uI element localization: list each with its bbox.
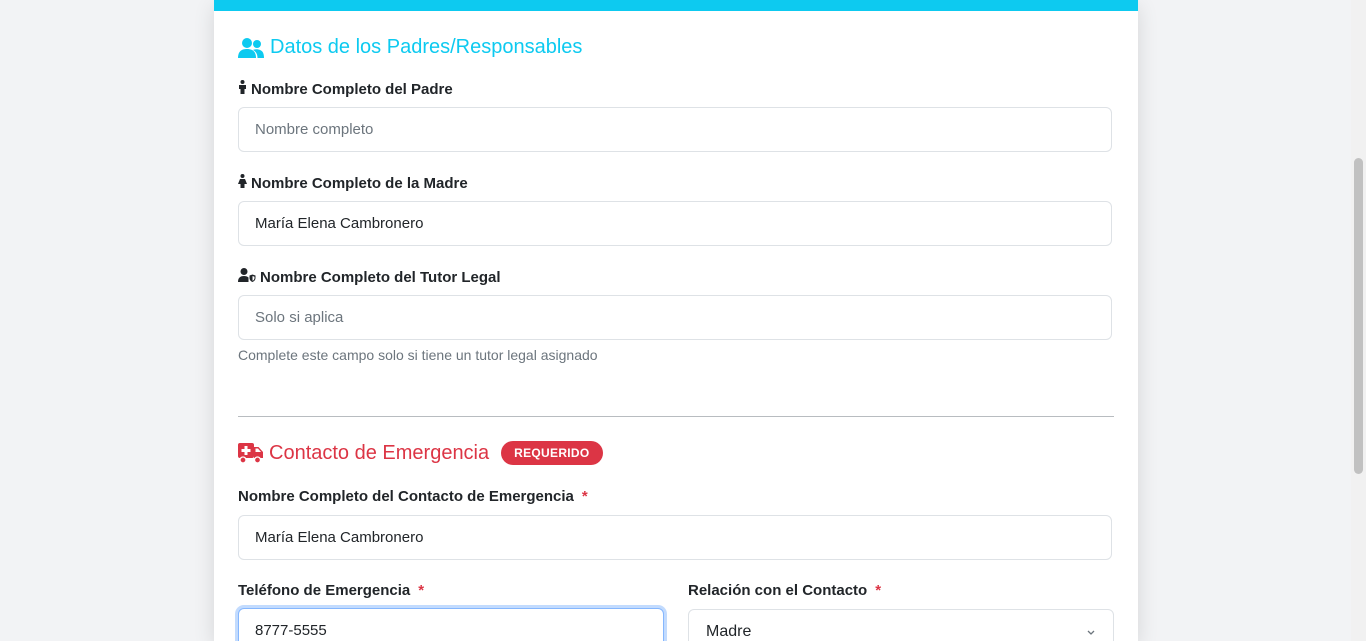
- emergency-section-title-text: Contacto de Emergencia: [269, 441, 490, 464]
- father-name-label: Nombre Completo del Padre: [238, 80, 453, 98]
- emergency-contact-label: Nombre Completo del Contacto de Emergenc…: [238, 488, 588, 505]
- emergency-phone-input[interactable]: [238, 608, 664, 641]
- emergency-phone-label: Teléfono de Emergencia *: [238, 582, 424, 599]
- parents-section-title-text: Datos de los Padres/Responsables: [270, 36, 583, 58]
- scrollbar-thumb[interactable]: [1354, 158, 1363, 474]
- user-shield-icon: [238, 268, 256, 286]
- relation-label: Relación con el Contacto *: [688, 582, 881, 599]
- mother-name-input[interactable]: [238, 201, 1112, 246]
- tutor-hint-text: Complete este campo solo si tiene un tut…: [238, 347, 598, 363]
- registration-form-card: Datos de los Padres/Responsables Nombre …: [214, 0, 1138, 641]
- relation-label-text: Relación con el Contacto: [688, 582, 868, 599]
- father-name-input[interactable]: [238, 107, 1112, 152]
- relation-select[interactable]: Madre: [688, 609, 1114, 641]
- emergency-contact-label-text: Nombre Completo del Contacto de Emergenc…: [238, 488, 574, 505]
- required-badge: REQUERIDO: [501, 441, 603, 465]
- tutor-name-label: Nombre Completo del Tutor Legal: [238, 268, 501, 286]
- mother-name-label-text: Nombre Completo de la Madre: [251, 174, 468, 192]
- required-asterisk: *: [581, 488, 588, 505]
- chevron-down-icon: [1086, 623, 1096, 641]
- section-divider: [238, 416, 1114, 417]
- tutor-name-label-text: Nombre Completo del Tutor Legal: [260, 268, 501, 286]
- father-name-label-text: Nombre Completo del Padre: [251, 80, 453, 98]
- tutor-name-input[interactable]: [238, 295, 1112, 340]
- relation-selected-value: Madre: [706, 622, 752, 640]
- mother-name-label: Nombre Completo de la Madre: [238, 174, 468, 192]
- card-header-bar: [214, 0, 1138, 11]
- female-icon: [238, 174, 247, 192]
- male-icon: [238, 80, 247, 98]
- emergency-phone-label-text: Teléfono de Emergencia: [238, 582, 411, 599]
- ambulance-icon: [238, 442, 263, 464]
- users-icon: [238, 37, 264, 59]
- required-asterisk: *: [418, 582, 425, 599]
- required-asterisk: *: [875, 582, 882, 599]
- emergency-section-title: Contacto de Emergencia REQUERIDO: [238, 441, 603, 465]
- emergency-contact-input[interactable]: [238, 515, 1112, 560]
- parents-section-title: Datos de los Padres/Responsables: [238, 36, 582, 59]
- page-scrollbar[interactable]: [1351, 0, 1366, 641]
